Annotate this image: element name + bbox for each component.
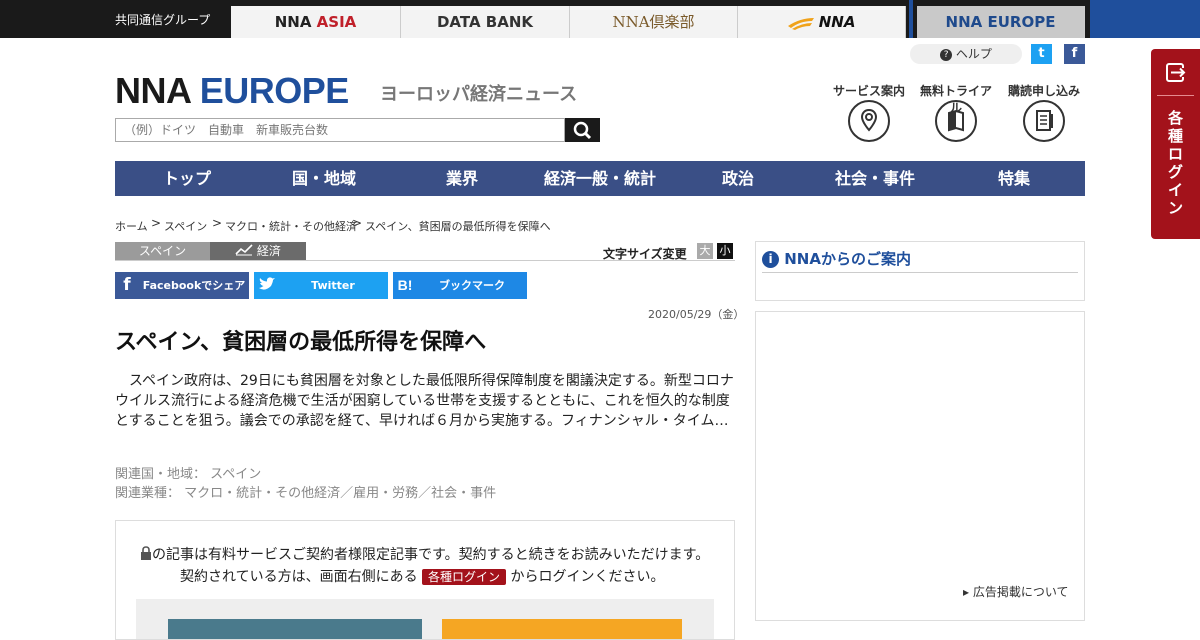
tab-nna-logo[interactable]: NNA	[738, 6, 906, 38]
breadcrumb-current: スペイン、貧困層の最低所得を保障へ	[365, 220, 551, 233]
logo-europe: EUROPE	[199, 70, 350, 111]
paywall-login-button[interactable]: 各種ログイン	[422, 569, 507, 585]
paywall-line1: の記事は有料サービスご契約者様限定記事です。契約すると続きをお読みいただけます。	[140, 544, 709, 564]
topbar-divider	[909, 0, 913, 38]
map-pin-icon	[860, 108, 878, 132]
free-trial-button[interactable]	[935, 100, 977, 142]
twitter-share-label: Twitter	[311, 279, 355, 292]
font-size-small-button[interactable]: 小	[717, 243, 733, 259]
nav-politics[interactable]: 政治	[671, 161, 805, 196]
site-logo[interactable]: NNA EUROPE	[115, 70, 349, 112]
breadcrumb-macro[interactable]: マクロ・統計・その他経済	[225, 218, 357, 234]
paywall-actions-panel	[136, 599, 714, 639]
line-chart-icon	[235, 244, 253, 256]
hatena-icon: B!	[397, 277, 413, 293]
search-button[interactable]	[565, 118, 600, 142]
twitter-icon[interactable]: t	[1031, 44, 1052, 64]
twitter-bird-icon	[254, 272, 278, 299]
topbar-blue-end	[1090, 0, 1200, 38]
hatena-label: ブックマーク	[439, 279, 505, 292]
breadcrumb-chevron-icon: >	[212, 216, 223, 230]
paywall-action-button-2[interactable]	[442, 619, 682, 639]
facebook-share-button[interactable]: f Facebookでシェア	[115, 272, 249, 299]
twitter-share-button[interactable]: Twitter	[254, 272, 388, 299]
tab-nna-club[interactable]: NNA倶楽部	[570, 6, 738, 38]
question-icon: ?	[940, 48, 953, 61]
breadcrumb-chevron-icon: >	[352, 216, 363, 230]
help-label: ヘルプ	[955, 47, 992, 61]
paywall-line2: 契約されている方は、画面右側にある 各種ログイン からログインください。	[180, 566, 665, 586]
help-button[interactable]: ? ヘルプ	[910, 44, 1022, 64]
nav-industry[interactable]: 業界	[395, 161, 529, 196]
group-topbar: 共同通信グループ NNA ASIA DATA BANK NNA倶楽部 NNA N…	[0, 0, 1200, 38]
nav-society[interactable]: 社会・事件	[805, 161, 945, 196]
sidebar-ad-panel	[755, 311, 1085, 621]
logo-nna: NNA	[115, 70, 191, 111]
paywall-line2-post: からログインください。	[510, 569, 665, 585]
ad-info-link[interactable]: ▸ 広告掲載について	[963, 583, 1068, 600]
paywall-line1-text: の記事は有料サービスご契約者様限定記事です。契約すると続きをお読みいただけます。	[152, 547, 710, 563]
hatena-bookmark-button[interactable]: B! ブックマーク	[393, 272, 527, 299]
nav-region[interactable]: 国・地域	[259, 161, 389, 196]
breadcrumb-spain[interactable]: スペイン	[164, 218, 207, 234]
breadcrumb-home[interactable]: ホーム	[115, 218, 148, 234]
sidebar-announcements: i NNAからのご案内	[755, 241, 1085, 301]
category-economy-label: 経済	[256, 244, 281, 258]
paywall-action-button-1[interactable]	[168, 619, 422, 639]
nav-feature[interactable]: 特集	[945, 161, 1083, 196]
tab-data-bank[interactable]: DATA BANK	[401, 6, 570, 38]
site-tagline: ヨーロッパ経済ニュース	[380, 84, 578, 105]
search-icon	[573, 121, 592, 140]
facebook-share-label: Facebookでシェア	[142, 279, 246, 292]
paywall-line2-pre: 契約されている方は、画面右側にある	[180, 569, 418, 585]
login-icon	[1166, 63, 1186, 82]
document-icon	[1036, 110, 1053, 131]
search-input[interactable]: （例）ドイツ 自動車 新車販売台数	[115, 118, 565, 142]
book-icon	[948, 109, 964, 132]
subscribe-label: 購読申し込み	[1007, 84, 1080, 98]
facebook-icon[interactable]: f	[1064, 44, 1085, 64]
article-body: スペイン政府は、29日にも貧困層を対象とした最低限所得保障制度を閣議決定する。新…	[115, 373, 734, 429]
sidebar-heading: i NNAからのご案内	[762, 248, 911, 269]
login-divider	[1157, 95, 1194, 96]
service-info-label: サービス案内	[832, 84, 905, 98]
sidebar-divider	[762, 272, 1078, 273]
article-title: スペイン、貧困層の最低所得を保障へ	[115, 330, 487, 355]
font-size-label: 文字サイズ変更	[603, 247, 687, 261]
login-label: 各種ログイン	[1167, 109, 1183, 217]
login-side-tab[interactable]: 各種ログイン	[1151, 49, 1200, 239]
tab-nna-asia[interactable]: NNA ASIA	[231, 6, 401, 38]
group-label: 共同通信グループ	[115, 13, 211, 27]
category-tab-spain[interactable]: スペイン	[115, 242, 210, 260]
service-info-button[interactable]	[848, 100, 890, 142]
subscribe-button[interactable]	[1023, 100, 1065, 142]
sidebar-heading-text: NNAからのご案内	[784, 250, 911, 268]
related-region: 関連国・地域： スペイン	[115, 467, 262, 482]
category-tab-economy[interactable]: 経済	[210, 242, 306, 260]
nav-top[interactable]: トップ	[115, 161, 259, 196]
article-date: 2020/05/29（金）	[648, 308, 745, 321]
nna-swoosh-icon	[787, 17, 814, 30]
lock-icon	[140, 546, 152, 564]
nav-economy[interactable]: 経済一般・統計	[529, 161, 671, 196]
breadcrumb-chevron-icon: >	[151, 216, 162, 230]
facebook-icon: f	[123, 275, 131, 295]
main-nav: トップ 国・地域 業界 経済一般・統計 政治 社会・事件 特集	[115, 161, 1085, 196]
font-size-large-button[interactable]: 大	[697, 243, 713, 259]
info-icon: i	[762, 251, 779, 268]
related-industry: 関連業種： マクロ・統計・その他経済／雇用・労務／社会・事件	[115, 486, 497, 501]
tab-nna-europe[interactable]: NNA EUROPE	[917, 6, 1085, 38]
